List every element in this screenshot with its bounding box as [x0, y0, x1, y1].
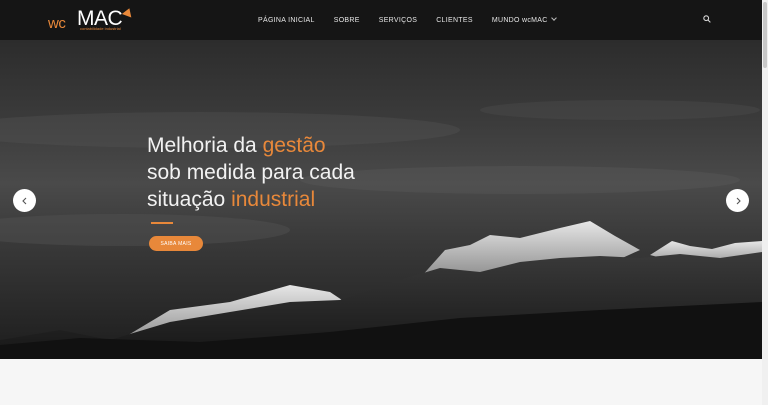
main-nav: PÁGINA INICIAL SOBRE SERVIÇOS CLIENTES M…	[258, 0, 575, 40]
headline-text-2: sob medida para cada	[147, 161, 355, 184]
nav-item-mundo-label: MUNDO wcMAC	[491, 16, 548, 24]
hero-headline: Melhoria da gestão sob medida para cada …	[147, 132, 355, 213]
slider-next-button[interactable]	[726, 189, 749, 212]
site-logo[interactable]: wc MAC contabilidade industrial	[48, 6, 138, 34]
logo-prefix: wc	[48, 15, 66, 32]
scrollbar-thumb[interactable]	[763, 2, 767, 68]
nav-item-sobre[interactable]: SOBRE	[334, 17, 360, 24]
headline-text-1: Melhoria da	[147, 134, 263, 157]
accent-divider	[151, 222, 173, 224]
headline-accent-2: industrial	[231, 188, 316, 211]
nav-item-clientes[interactable]: CLIENTES	[436, 17, 473, 24]
chevron-left-icon	[21, 197, 26, 204]
mountain-background-image	[0, 100, 762, 359]
site-header: wc MAC contabilidade industrial PÁGINA I…	[0, 0, 762, 40]
nav-item-mundo-wcmac[interactable]: MUNDO wcMAC	[491, 14, 557, 24]
search-icon[interactable]	[703, 15, 711, 23]
logo-tagline: contabilidade industrial	[80, 26, 121, 31]
vertical-scrollbar[interactable]	[762, 0, 768, 405]
hero-slider: Melhoria da gestão sob medida para cada …	[0, 40, 762, 359]
content-section	[0, 359, 762, 405]
headline-accent-1: gestão	[262, 134, 326, 157]
chevron-right-icon	[736, 197, 741, 204]
page: wc MAC contabilidade industrial PÁGINA I…	[0, 0, 762, 405]
nav-item-pagina-inicial[interactable]: PÁGINA INICIAL	[258, 17, 315, 24]
nav-item-servicos[interactable]: SERVIÇOS	[379, 17, 417, 24]
headline-text-3: situação	[147, 188, 232, 211]
saiba-mais-button[interactable]: SAIBA MAIS	[149, 236, 203, 251]
slider-prev-button[interactable]	[13, 189, 36, 212]
chevron-down-icon	[550, 14, 557, 21]
logo-mark-icon	[121, 6, 135, 18]
